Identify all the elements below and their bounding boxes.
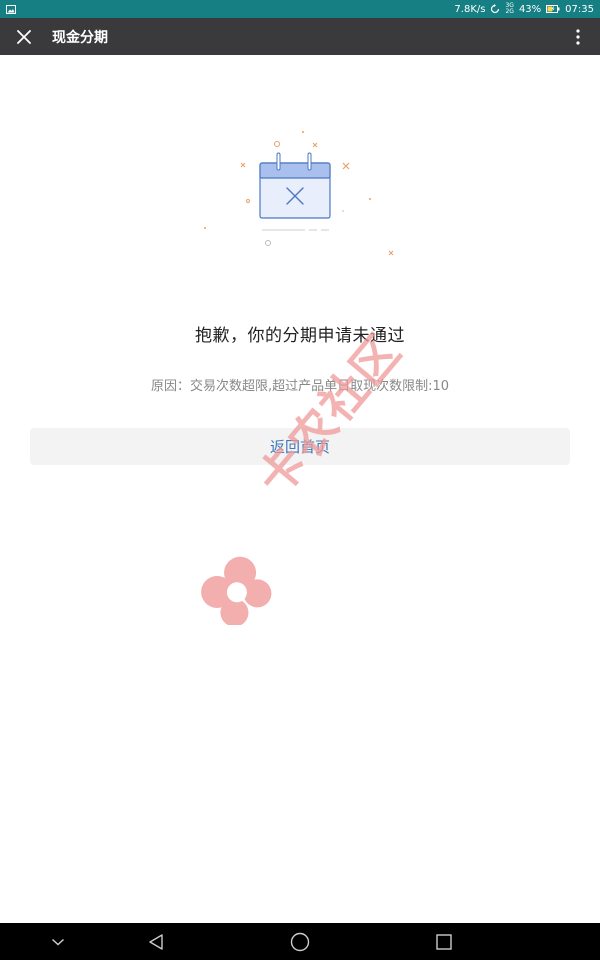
signal-bottom-label: 2G bbox=[505, 8, 514, 15]
signal-indicator: 3G 2G bbox=[505, 3, 513, 15]
return-home-button[interactable]: 返回首页 bbox=[30, 428, 570, 465]
battery-charging-icon bbox=[546, 5, 560, 13]
sync-icon bbox=[491, 4, 500, 14]
status-right: 7.8K/s 3G 2G 43% 07:35 bbox=[454, 3, 594, 15]
failed-calendar-illustration bbox=[195, 125, 405, 265]
home-icon bbox=[290, 932, 310, 951]
hide-keyboard-button[interactable] bbox=[40, 923, 76, 960]
status-bar: 7.8K/s 3G 2G 43% 07:35 bbox=[0, 0, 600, 18]
more-options-button[interactable] bbox=[556, 18, 600, 55]
main-content: 抱歉，你的分期申请未通过 原因：交易次数超限,超过产品单日取现次数限制:10 返… bbox=[0, 55, 600, 923]
navigation-bar bbox=[0, 923, 600, 960]
chevron-down-icon bbox=[51, 938, 65, 946]
calendar-cross-icon bbox=[204, 131, 394, 256]
close-button[interactable] bbox=[0, 18, 48, 55]
gallery-notification-icon bbox=[6, 4, 16, 14]
result-reason: 原因：交易次数超限,超过产品单日取现次数限制:10 bbox=[150, 379, 450, 394]
recent-apps-icon bbox=[436, 933, 452, 950]
app-bar: 现金分期 bbox=[0, 18, 600, 55]
result-title: 抱歉，你的分期申请未通过 bbox=[195, 326, 405, 346]
status-left bbox=[6, 4, 16, 14]
battery-percent: 43% bbox=[518, 3, 542, 15]
page-title: 现金分期 bbox=[52, 29, 108, 46]
clock: 07:35 bbox=[565, 3, 594, 15]
network-speed: 7.8K/s bbox=[454, 3, 486, 15]
home-button[interactable] bbox=[282, 923, 318, 960]
close-icon bbox=[17, 29, 31, 44]
recent-apps-button[interactable] bbox=[426, 923, 462, 960]
back-icon bbox=[149, 933, 163, 950]
back-button[interactable] bbox=[138, 923, 174, 960]
more-vertical-icon bbox=[576, 28, 580, 45]
watermark-text: 卡农社区 bbox=[246, 323, 412, 506]
